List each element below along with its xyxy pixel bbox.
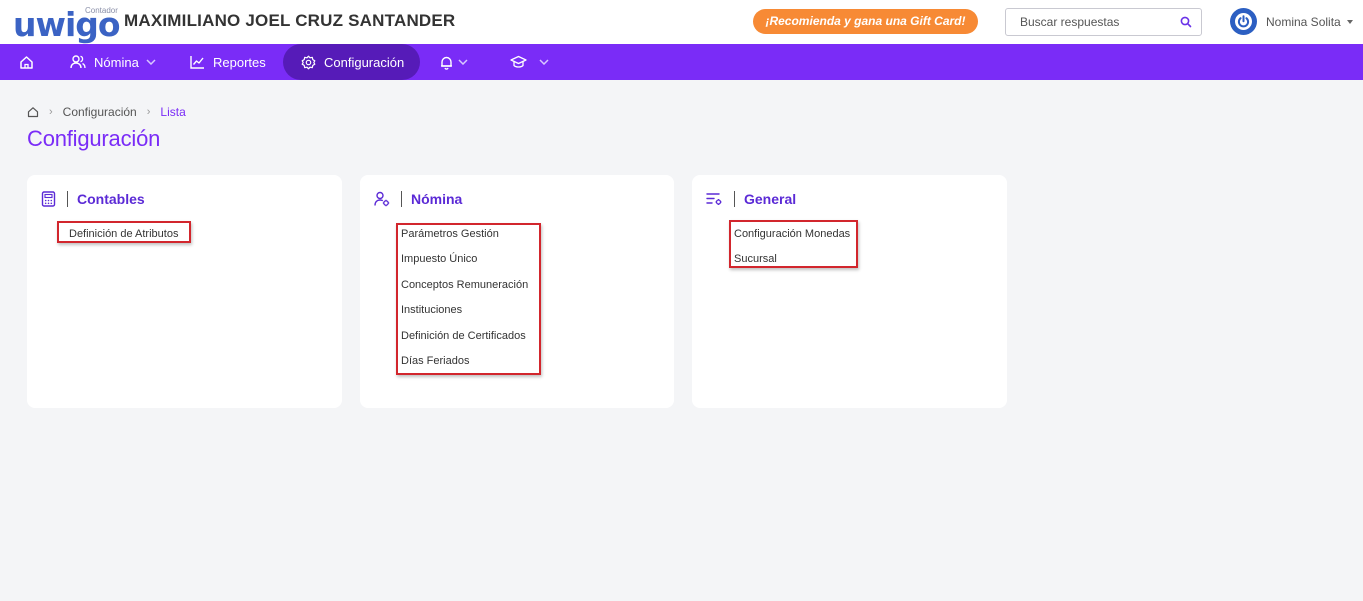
card-link-list: Configuración Monedas Sucursal xyxy=(734,227,850,278)
main-navbar: Nómina Reportes Configuración xyxy=(0,44,1363,80)
link-conceptos-remuneracion[interactable]: Conceptos Remuneración xyxy=(401,278,528,303)
chevron-down-icon xyxy=(458,59,468,65)
users-icon xyxy=(70,55,86,69)
user-menu-caret-icon[interactable] xyxy=(1347,20,1353,24)
card-link-list: Definición de Atributos xyxy=(69,227,178,252)
nav-notifications[interactable] xyxy=(439,44,468,80)
breadcrumb-configuracion[interactable]: Configuración xyxy=(63,105,137,119)
link-definicion-certificados[interactable]: Definición de Certificados xyxy=(401,329,528,354)
home-icon xyxy=(20,55,33,69)
card-title: General xyxy=(744,191,797,207)
breadcrumb: › Configuración › Lista xyxy=(27,104,186,120)
card-nomina: Nómina Parámetros Gestión Impuesto Único… xyxy=(360,175,674,408)
divider xyxy=(401,191,402,207)
nav-configuracion[interactable]: Configuración xyxy=(283,44,420,80)
breadcrumb-lista: Lista xyxy=(160,105,186,119)
divider xyxy=(734,191,735,207)
link-impuesto-unico[interactable]: Impuesto Único xyxy=(401,252,528,277)
card-contables: Contables Definición de Atributos xyxy=(27,175,342,408)
calculator-icon xyxy=(41,191,56,207)
page-title: Configuración xyxy=(27,126,161,151)
link-instituciones[interactable]: Instituciones xyxy=(401,303,528,328)
power-icon[interactable] xyxy=(1230,8,1257,35)
top-header: Contador uwigo MAXIMILIANO JOEL CRUZ SAN… xyxy=(0,0,1363,44)
nav-academy[interactable] xyxy=(510,44,549,80)
link-parametros-gestion[interactable]: Parámetros Gestión xyxy=(401,227,528,252)
link-configuracion-monedas[interactable]: Configuración Monedas xyxy=(734,227,850,252)
search-input[interactable] xyxy=(1020,15,1180,29)
card-header: Nómina xyxy=(374,189,462,209)
gift-card-promo-button[interactable]: ¡Recomienda y gana una Gift Card! xyxy=(753,9,978,34)
chevron-down-icon xyxy=(146,59,156,65)
card-title: Nómina xyxy=(411,191,463,207)
card-title: Contables xyxy=(77,191,145,207)
list-settings-icon xyxy=(706,193,722,205)
nav-home[interactable] xyxy=(19,44,34,80)
chart-icon xyxy=(190,56,204,69)
logo-text: uwigo xyxy=(13,5,121,44)
uwigo-logo[interactable]: Contador uwigo xyxy=(13,4,121,41)
graduation-cap-icon xyxy=(510,55,527,68)
card-header: General xyxy=(706,189,796,209)
chevron-down-icon xyxy=(539,59,549,65)
link-sucursal[interactable]: Sucursal xyxy=(734,252,850,277)
search-box xyxy=(1005,8,1202,36)
link-definicion-atributos[interactable]: Definición de Atributos xyxy=(69,227,178,252)
user-menu-name[interactable]: Nomina Solita xyxy=(1266,15,1341,29)
nav-reportes-label: Reportes xyxy=(213,54,266,70)
card-header: Contables xyxy=(41,189,145,209)
link-dias-feriados[interactable]: Días Feriados xyxy=(401,354,528,379)
search-icon[interactable] xyxy=(1180,16,1192,28)
divider xyxy=(67,191,68,207)
company-name: MAXIMILIANO JOEL CRUZ SANTANDER xyxy=(124,11,456,30)
home-icon[interactable] xyxy=(27,106,39,118)
card-link-list: Parámetros Gestión Impuesto Único Concep… xyxy=(401,227,528,379)
nav-nomina[interactable]: Nómina xyxy=(70,44,156,80)
chevron-right-icon: › xyxy=(146,106,151,118)
user-gear-icon xyxy=(374,191,390,207)
chevron-right-icon: › xyxy=(49,106,53,118)
card-general: General Configuración Monedas Sucursal xyxy=(692,175,1007,408)
nav-nomina-label: Nómina xyxy=(94,54,139,70)
bell-icon xyxy=(441,56,452,70)
nav-configuracion-label: Configuración xyxy=(324,54,405,70)
nav-reportes[interactable]: Reportes xyxy=(190,44,266,80)
gear-icon xyxy=(301,55,316,69)
